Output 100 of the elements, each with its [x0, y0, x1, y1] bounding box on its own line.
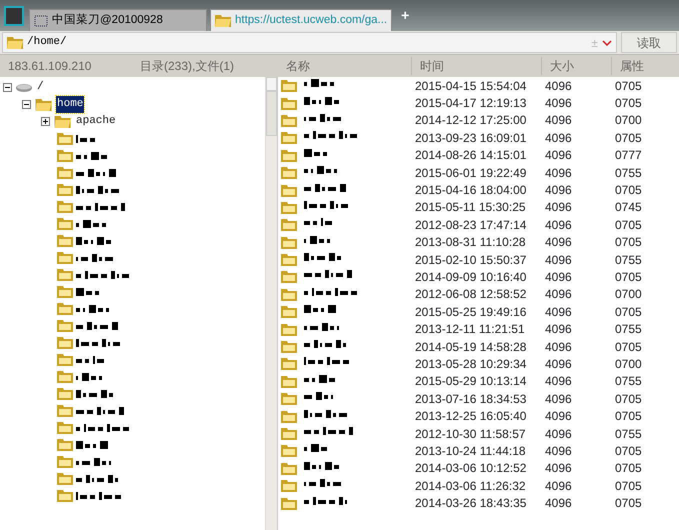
table-cell-text: 4096 [545, 495, 573, 512]
redacted-name-drawing [76, 254, 113, 262]
folder-icon [281, 322, 297, 336]
table-cell-text: 4096 [545, 78, 573, 95]
redacted-name-drawing [304, 427, 353, 435]
tab[interactable]: 中国菜刀@20100928 [29, 9, 207, 31]
table-cell-text: 0705 [615, 216, 643, 234]
folder-icon [57, 421, 73, 434]
table-cell-text: 4096 [545, 130, 573, 147]
column-header[interactable]: 时间 [411, 57, 541, 75]
redacted-name-drawing [304, 322, 339, 331]
tab[interactable]: https://uctest.ucweb.com/ga... [210, 9, 392, 31]
column-header[interactable]: 大小 [541, 57, 611, 75]
redacted-name-drawing [76, 424, 129, 432]
tree-item[interactable]: apache [75, 113, 117, 130]
folder-icon [57, 387, 73, 400]
folder-icon [57, 166, 73, 179]
table-cell-text: 4096 [545, 338, 573, 356]
folder-icon [281, 357, 297, 370]
table-cell-text: 2014-03-26 18:43:35 [415, 495, 528, 512]
redacted-name-drawing [76, 304, 109, 312]
redacted-name-drawing [76, 236, 111, 244]
redacted-name-drawing [76, 372, 102, 380]
redacted-name-drawing [304, 200, 348, 209]
redacted-name-drawing [304, 218, 332, 226]
tree-item[interactable]: / [36, 79, 45, 96]
folder-icon [281, 166, 297, 180]
path-field[interactable]: /home/ ± [2, 32, 617, 53]
folder-icon [281, 427, 297, 440]
scrollbar-thumb[interactable] [266, 91, 277, 136]
table-cell-text: 2015-04-16 18:04:00 [415, 182, 528, 200]
redacted-name-drawing [304, 340, 346, 348]
folder-icon [281, 96, 297, 110]
redacted-name-drawing [304, 444, 327, 452]
folder-icon [57, 200, 73, 213]
table-cell-text: 2012-06-08 12:58:52 [415, 286, 528, 304]
table-cell-text: 2014-03-06 11:26:32 [415, 478, 527, 495]
app-logo-icon[interactable] [4, 6, 24, 26]
table-cell-text: 0700 [615, 112, 643, 130]
folder-icon [281, 340, 297, 354]
table-cell-text: 2015-05-29 10:13:14 [415, 373, 528, 390]
table-cell-text: 0755 [615, 373, 643, 390]
table-cell-text: 0745 [615, 199, 643, 216]
dropdown-caret-icon[interactable] [602, 40, 612, 46]
table-cell-text: 2013-10-24 11:44:18 [415, 442, 527, 460]
collapse-icon[interactable] [22, 100, 31, 109]
folder-icon [281, 218, 297, 232]
table-cell-text: 2014-05-19 14:58:28 [415, 338, 528, 356]
redacted-name-drawing [76, 168, 116, 176]
redacted-name-drawing [76, 202, 125, 210]
table-cell-text: 0705 [615, 390, 643, 408]
read-button[interactable]: 读取 [621, 32, 677, 53]
redacted-name-drawing [76, 390, 113, 398]
host-address: 183.61.109.210 [7, 58, 92, 75]
folder-icon [281, 200, 297, 214]
table-cell-text: 2015-04-17 12:19:13 [415, 95, 528, 112]
table-cell-text: 0705 [615, 460, 643, 478]
redacted-name-drawing [304, 496, 347, 505]
redacted-name-drawing [304, 410, 347, 418]
table-cell-text: 4096 [545, 286, 573, 304]
collapse-icon[interactable] [3, 83, 12, 92]
redacted-name-drawing [76, 322, 118, 330]
table-cell-text: 0705 [615, 78, 643, 95]
column-header[interactable]: 名称 [278, 57, 411, 75]
table-cell-text: 4096 [545, 356, 573, 373]
folder-icon [281, 496, 297, 510]
redacted-name-drawing [76, 474, 118, 482]
table-cell-text: 0705 [615, 442, 643, 460]
folder-icon [57, 319, 73, 332]
table-cell-text: 2013-05-28 10:29:34 [415, 356, 528, 373]
folder-icon [281, 479, 297, 492]
table-cell-text: 4096 [545, 112, 573, 130]
folder-icon [281, 79, 297, 92]
table-cell-text: 4096 [545, 199, 573, 216]
new-tab-button[interactable]: + [395, 5, 416, 26]
tree-item[interactable]: home [56, 96, 84, 113]
folder-icon [281, 270, 297, 284]
table-cell-text: 2015-05-11 15:30:25 [415, 199, 527, 216]
expand-icon[interactable] [41, 117, 50, 126]
table-cell-text: 2013-07-16 18:34:53 [415, 390, 528, 408]
redacted-name-drawing [304, 392, 333, 400]
table-cell-text: 0705 [615, 234, 643, 252]
folder-icon [215, 14, 231, 27]
redacted-name-drawing [76, 134, 95, 142]
table-cell-text: 2013-09-23 16:09:01 [415, 130, 528, 147]
redacted-name-drawing [304, 96, 339, 105]
column-header[interactable]: 属性 [611, 57, 671, 75]
folder-icon [7, 36, 23, 49]
redacted-name-drawing [304, 79, 334, 88]
table-cell-text: 2012-10-30 11:58:57 [415, 426, 527, 443]
window-icon [34, 14, 48, 26]
table-cell-text: 4096 [545, 304, 573, 321]
folder-icon [281, 148, 297, 162]
folder-icon [281, 131, 297, 144]
folder-icon [57, 438, 73, 451]
table-cell-text: 2014-08-26 14:15:01 [415, 147, 528, 164]
table-cell-text: 0777 [615, 147, 643, 164]
table-cell-text: 0705 [615, 182, 643, 200]
folder-icon [281, 184, 297, 197]
redacted-name-drawing [76, 270, 129, 278]
